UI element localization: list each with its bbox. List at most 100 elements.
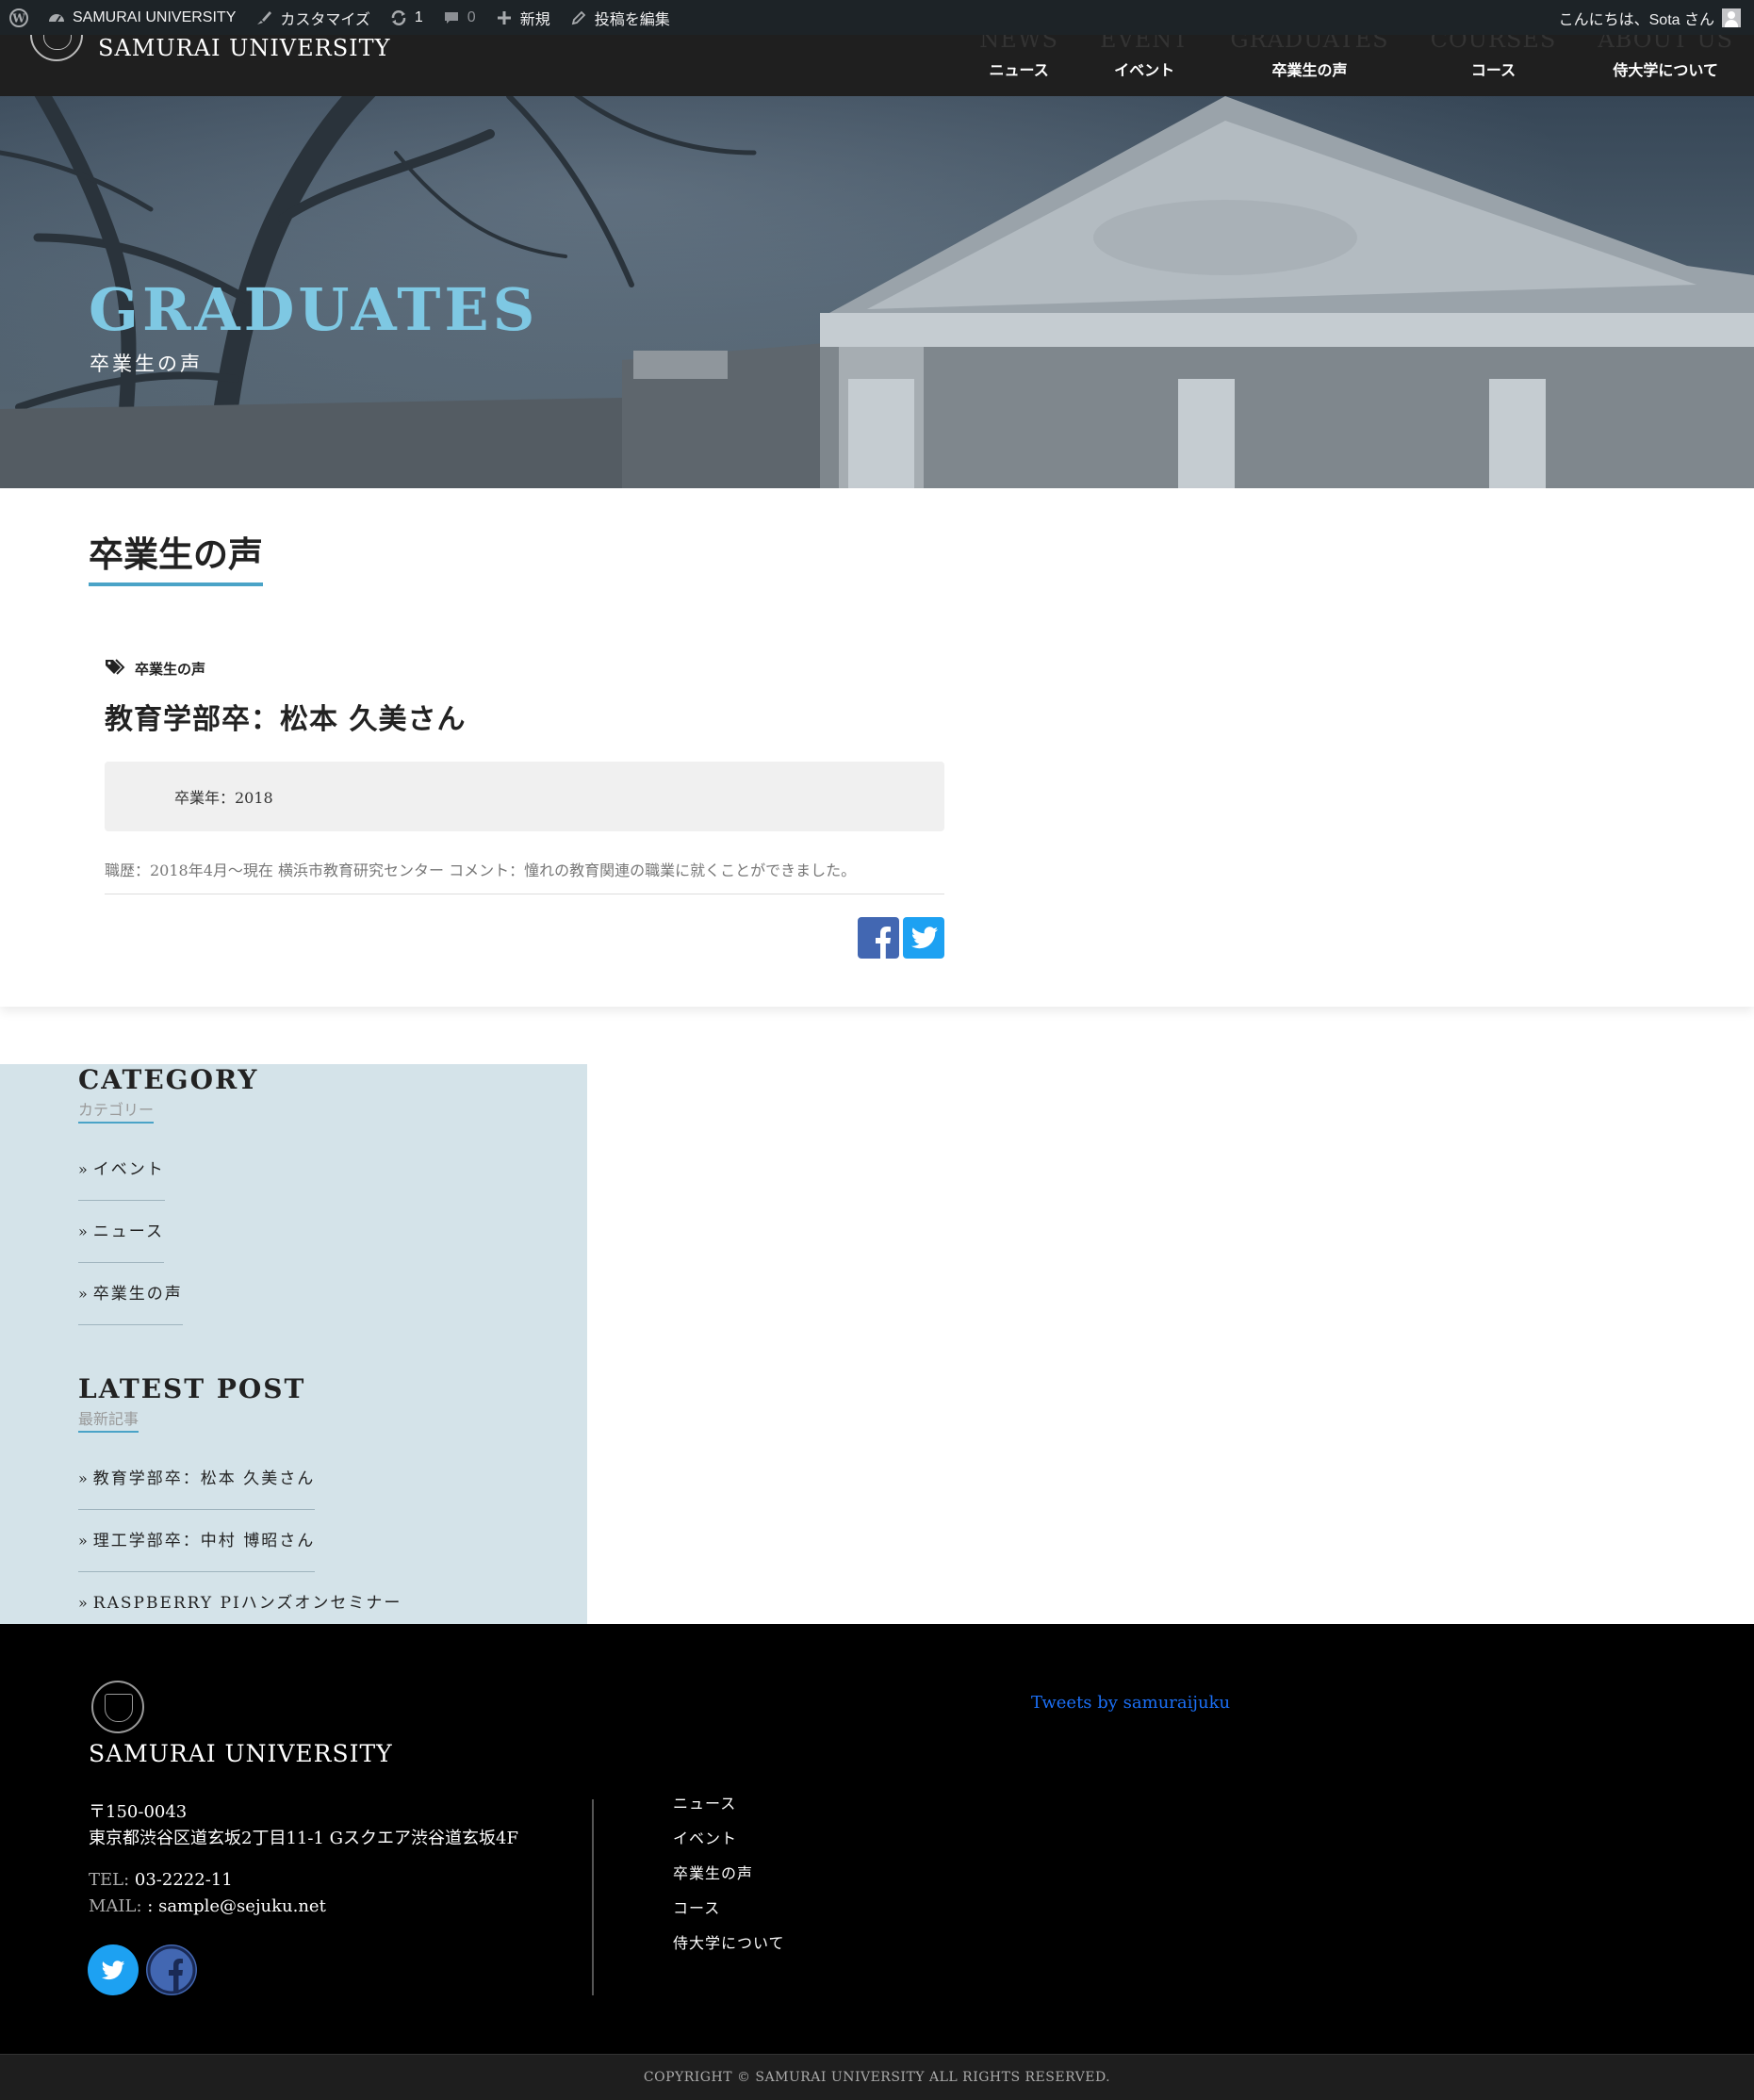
wp-admin-bar: W SAMURAI UNIVERSITY カスタマイズ 1 0 新規 投稿を編集… [0,0,1754,35]
category-item-graduates[interactable]: » 卒業生の声 [78,1280,183,1325]
footer-menu-item-news[interactable]: ニュース [673,1786,785,1821]
tel-value: 03-2222-11 [134,1870,233,1890]
footer-menu: ニュース イベント 卒業生の声 コース 侍大学について [673,1786,785,1961]
list-item-label: 卒業生の声 [92,1285,183,1304]
copyright-text: COPYRIGHT © SAMURAI UNIVERSITY ALL RIGHT… [643,2070,1111,2085]
nav-item-ja-label: イベント [1114,61,1175,79]
chevron-right-icon: » [78,1285,90,1303]
updates-button[interactable]: 1 [380,0,433,35]
brush-icon [254,8,273,27]
tel-label: TEL: [89,1870,130,1890]
category-item-event[interactable]: » イベント [78,1156,165,1201]
page-title: 卒業生の声 [89,526,263,586]
main-content: 卒業生の声 卒業生の声 教育学部卒：松本 久美さん 卒業年：2018 職歴：20… [0,488,1754,1007]
twitter-icon [910,927,938,949]
mail-value: : sample@sejuku.net [147,1896,326,1916]
footer-menu-item-courses[interactable]: コース [673,1891,785,1926]
copyright-bar: COPYRIGHT © SAMURAI UNIVERSITY ALL RIGHT… [0,2054,1754,2100]
new-content-button[interactable]: 新規 [485,0,560,35]
svg-text:W: W [11,11,25,25]
graduation-year-text: 卒業年：2018 [174,789,273,807]
edit-post-button[interactable]: 投稿を編集 [560,0,680,35]
plus-icon [495,8,514,27]
updates-count: 1 [414,8,423,25]
post-body: 職歴：2018年4月～現在 横浜市教育研究センター コメント：憧れの教育関連の職… [105,860,944,894]
university-crest-icon [91,1681,144,1733]
category-list: » イベント » ニュース » 卒業生の声 [78,1156,258,1325]
latest-post-widget: LATEST POST 最新記事 » 教育学部卒：松本 久美さん » 理工学部卒：中… [78,1373,402,1651]
post-category-link[interactable]: 卒業生の声 [105,658,944,679]
footer-site-name: SAMURAI UNIVERSITY [89,1740,393,1767]
category-item-news[interactable]: » ニュース [78,1218,164,1263]
chevron-right-icon: » [78,1222,90,1240]
customize-button[interactable]: カスタマイズ [245,0,380,35]
category-widget: CATEGORY カテゴリー » イベント » ニュース » 卒業生の声 [78,1064,258,1342]
twitter-icon [101,1961,125,1980]
site-name-label: SAMURAI UNIVERSITY [73,8,237,25]
facebook-share-button[interactable] [858,917,899,959]
latest-post-item[interactable]: » 教育学部卒：松本 久美さん [78,1465,316,1510]
tag-icon [105,658,127,679]
comment-icon [442,8,461,27]
graduation-year-box: 卒業年：2018 [105,762,944,831]
twitter-link[interactable] [88,1944,139,1995]
footer-contact: TEL: 03-2222-11 MAIL: : sample@sejuku.ne… [89,1867,326,1920]
share-buttons [105,917,944,959]
chevron-right-icon: » [78,1160,90,1178]
footer-menu-item-graduates[interactable]: 卒業生の声 [673,1856,785,1891]
list-item-label: イベント [92,1160,165,1179]
mail-label: MAIL: [89,1896,142,1916]
wordpress-icon: W [9,8,28,27]
chevron-right-icon: » [78,1594,90,1612]
widget-subtitle: 最新記事 [78,1406,139,1433]
nav-item-ja-label: ニュース [989,61,1049,79]
list-item-label: 理工学部卒：中村 博昭さん [92,1532,316,1550]
footer-menu-item-about[interactable]: 侍大学について [673,1926,785,1961]
greeting-text: こんにちは、Sota さん [1558,11,1714,28]
widget-subtitle: カテゴリー [78,1097,155,1124]
nav-item-ja-label: 卒業生の声 [1271,61,1348,79]
customize-label: カスタマイズ [280,11,370,28]
wordpress-logo-button[interactable]: W [0,0,38,35]
site-footer: SAMURAI UNIVERSITY 〒150-0043 東京都渋谷区道玄坂2丁… [0,1624,1754,2054]
latest-post-item[interactable]: » 理工学部卒：中村 博昭さん [78,1527,316,1572]
site-header: SAMURAI UNIVERSITY NEWS ニュース EVENT イベント … [0,8,1754,96]
comments-count: 0 [467,8,476,25]
widget-title: CATEGORY [78,1064,259,1095]
nav-item-ja-label: コース [1470,61,1516,79]
list-item-label: 教育学部卒：松本 久美さん [92,1469,316,1488]
tweets-link[interactable]: Tweets by samuraijuku [1031,1693,1230,1713]
comments-button[interactable]: 0 [433,0,485,35]
post-card: 卒業生の声 教育学部卒：松本 久美さん 卒業年：2018 職歴：2018年4月～… [105,658,944,959]
updates-icon [389,8,408,27]
postal-code: 〒150-0043 [89,1802,188,1822]
my-account-menu[interactable]: こんにちは、Sota さん [1559,7,1754,29]
latest-post-list: » 教育学部卒：松本 久美さん » 理工学部卒：中村 博昭さん » RASPBERRY… [78,1465,402,1634]
footer-menu-item-event[interactable]: イベント [673,1821,785,1856]
site-logo-link[interactable]: SAMURAI UNIVERSITY [30,8,391,61]
hero-title: GRADUATES [89,275,539,344]
list-item-label: RASPBERRY PIハンズオンセミナー [92,1594,402,1613]
post-title: 教育学部卒：松本 久美さん [105,703,467,736]
nav-item-ja-label: 侍大学について [1613,61,1718,79]
footer-address: 〒150-0043 東京都渋谷区道玄坂2丁目11-1 Gスクエア渋谷道玄坂4F [89,1799,518,1852]
facebook-icon [147,1945,196,1994]
chevron-right-icon: » [78,1469,90,1487]
list-item-label: ニュース [92,1222,164,1241]
hero-banner: GRADUATES 卒業生の声 [0,96,1754,488]
address-line: 東京都渋谷区道玄坂2丁目11-1 Gスクエア渋谷道玄坂4F [89,1829,518,1848]
site-title: SAMURAI UNIVERSITY [98,35,391,61]
twitter-share-button[interactable] [903,917,944,959]
post-category-label: 卒業生の声 [135,660,206,678]
avatar [1722,8,1741,27]
facebook-icon [876,927,891,959]
hero-subtitle: 卒業生の声 [90,353,203,375]
chevron-right-icon: » [78,1532,90,1550]
widget-title: LATEST POST [78,1373,306,1404]
new-label: 新規 [519,11,550,28]
edit-label: 投稿を編集 [594,11,670,28]
site-name-menu[interactable]: SAMURAI UNIVERSITY [38,0,245,35]
facebook-link[interactable] [146,1944,197,1995]
dashboard-icon [47,8,66,27]
footer-divider [592,1799,594,1995]
